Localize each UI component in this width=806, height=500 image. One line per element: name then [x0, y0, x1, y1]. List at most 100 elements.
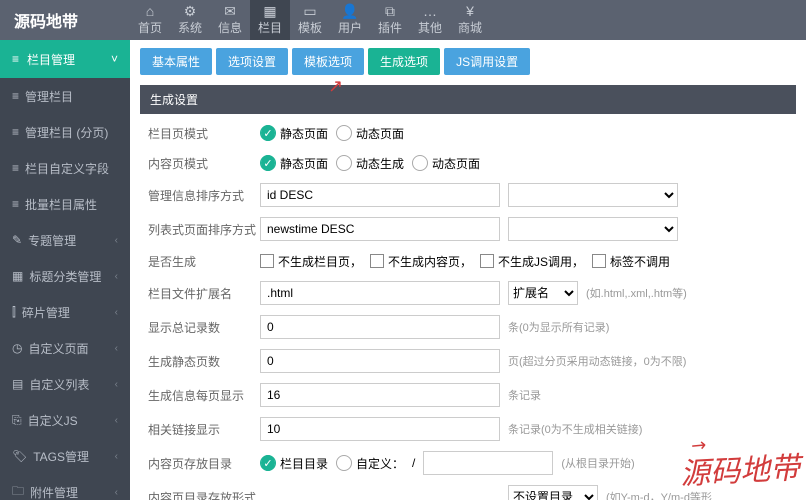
ext-select[interactable]: 扩展名	[508, 281, 578, 305]
chevron-left-icon: ‹	[115, 271, 118, 282]
chevron-left-icon: ‹	[115, 307, 118, 318]
tab-基本属性[interactable]: 基本属性	[140, 48, 212, 75]
chevron-left-icon: ‹	[115, 343, 118, 354]
tab-模板选项[interactable]: 模板选项	[292, 48, 364, 75]
sidebar-item-专题管理[interactable]: ✎ 专题管理 ‹	[0, 222, 130, 258]
admin-sort-select[interactable]	[508, 183, 678, 207]
nav-用户[interactable]: 👤用户	[330, 0, 370, 40]
list-sort-input[interactable]	[260, 217, 500, 241]
nav-商城[interactable]: ¥商城	[450, 0, 490, 40]
nav-插件[interactable]: ⧉插件	[370, 0, 410, 40]
sidebar-icon: ✎	[12, 233, 22, 247]
label-content-mode: 内容页模式	[140, 155, 260, 172]
brand-logo: 源码地带	[0, 8, 130, 32]
radio-静态页面[interactable]: 静态页面	[260, 155, 328, 172]
checkbox-不生成栏目页，[interactable]: 不生成栏目页，	[260, 253, 362, 270]
custom-dir-input[interactable]	[423, 451, 553, 475]
radio-静态页面[interactable]: 静态页面	[260, 125, 328, 142]
tab-生成选项[interactable]: 生成选项	[368, 48, 440, 75]
sidebar-item-碎片管理[interactable]: ⫿ 碎片管理 ‹	[0, 294, 130, 330]
sidebar-icon: ≡	[12, 89, 19, 103]
nav-其他[interactable]: …其他	[410, 0, 450, 40]
dir-form-select[interactable]: 不设置目录	[508, 485, 598, 500]
tab-选项设置[interactable]: 选项设置	[216, 48, 288, 75]
nav-label: 商城	[458, 19, 482, 36]
sidebar-label: 批量栏目属性	[25, 196, 97, 213]
radio-动态页面[interactable]: 动态页面	[412, 155, 480, 172]
radio-栏目目录[interactable]: 栏目目录	[260, 455, 328, 472]
sidebar-icon: ▦	[12, 269, 23, 283]
sidebar-icon: 🏷	[12, 449, 27, 463]
nav-label: 模板	[298, 19, 322, 36]
nav-label: 信息	[218, 19, 242, 36]
nav-栏目[interactable]: ▦栏目	[250, 0, 290, 40]
nav-icon: ▭	[303, 4, 316, 18]
related-input[interactable]	[260, 417, 500, 441]
nav-icon: 👤	[341, 4, 358, 18]
nav-icon: ⚙	[184, 4, 197, 18]
list-sort-select[interactable]	[508, 217, 678, 241]
sidebar-icon: ≡	[12, 161, 19, 175]
ext-input[interactable]	[260, 281, 500, 305]
sidebar-item-附件管理[interactable]: 🗀附件管理‹	[0, 474, 130, 500]
sidebar-item-TAGS管理[interactable]: 🏷 TAGS管理 ‹	[0, 438, 130, 474]
sidebar-item-标题分类管理[interactable]: ▦ 标题分类管理 ‹	[0, 258, 130, 294]
label-list-sort: 列表式页面排序方式	[140, 221, 260, 238]
sidebar-label: TAGS管理	[33, 448, 89, 465]
sidebar-label: 管理栏目 (分页)	[25, 124, 108, 141]
radio-自定义：[interactable]: 自定义：	[336, 455, 404, 472]
nav-icon: …	[423, 4, 437, 18]
nav-模板[interactable]: ▭模板	[290, 0, 330, 40]
radio-动态页面[interactable]: 动态页面	[336, 125, 404, 142]
static-pages-hint: 页(超过分页采用动态链接，0为不限)	[508, 353, 686, 369]
radio-动态生成[interactable]: 动态生成	[336, 155, 404, 172]
nav-系统[interactable]: ⚙系统	[170, 0, 210, 40]
nav-信息[interactable]: ✉信息	[210, 0, 250, 40]
sidebar-item-管理栏目 (分页)[interactable]: ≡ 管理栏目 (分页)	[0, 114, 130, 150]
nav-icon: ⧉	[385, 4, 395, 18]
nav-首页[interactable]: ⌂首页	[130, 0, 170, 40]
label-dir-form: 内容页目录存放形式	[140, 489, 260, 500]
sidebar-label: 标题分类管理	[29, 268, 101, 285]
checkbox-不生成内容页，[interactable]: 不生成内容页，	[370, 253, 472, 270]
sidebar-item-批量栏目属性[interactable]: ≡批量栏目属性	[0, 186, 130, 222]
sidebar-item-管理栏目[interactable]: ≡ 管理栏目	[0, 78, 130, 114]
sidebar-item-栏目自定义字段[interactable]: ≡栏目自定义字段	[0, 150, 130, 186]
sidebar-title: 栏目管理	[27, 51, 75, 68]
sidebar-icon: ⫿	[12, 305, 16, 320]
ext-hint: (如.html,.xml,.htm等)	[586, 285, 687, 301]
sidebar-label: 碎片管理	[22, 304, 70, 321]
sidebar-label: 自定义页面	[28, 340, 88, 357]
label-ext: 栏目文件扩展名	[140, 285, 260, 302]
sidebar-item-自定义页面[interactable]: ◷自定义页面‹	[0, 330, 130, 366]
sidebar-item-自定义JS[interactable]: ⎘自定义JS‹	[0, 402, 130, 438]
chevron-down-icon: ˅	[111, 52, 118, 66]
perpage-input[interactable]	[260, 383, 500, 407]
sidebar-icon: 🗀	[12, 482, 24, 500]
nav-label: 系统	[178, 19, 202, 36]
sidebar-header[interactable]: ≡ 栏目管理 ˅	[0, 40, 130, 78]
nav-label: 首页	[138, 19, 162, 36]
total-input[interactable]	[260, 315, 500, 339]
sidebar-label: 专题管理	[28, 232, 76, 249]
chevron-left-icon: ‹	[115, 235, 118, 246]
total-hint: 条(0为显示所有记录)	[508, 319, 609, 335]
admin-sort-input[interactable]	[260, 183, 500, 207]
checkbox-标签不调用[interactable]: 标签不调用	[592, 253, 670, 270]
nav-icon: ✉	[224, 4, 236, 18]
nav-label: 栏目	[258, 19, 282, 36]
sidebar-item-自定义列表[interactable]: ▤自定义列表‹	[0, 366, 130, 402]
chevron-left-icon: ‹	[115, 415, 118, 426]
label-perpage: 生成信息每页显示	[140, 387, 260, 404]
sidebar-icon: ≡	[12, 125, 19, 139]
sidebar-label: 管理栏目	[25, 88, 73, 105]
nav-label: 插件	[378, 19, 402, 36]
tab-JS调用设置[interactable]: JS调用设置	[444, 48, 530, 75]
static-pages-input[interactable]	[260, 349, 500, 373]
chevron-left-icon: ‹	[115, 379, 118, 390]
chevron-left-icon: ‹	[115, 451, 118, 462]
sidebar-icon: ▤	[12, 377, 23, 391]
label-static-pages: 生成静态页数	[140, 353, 260, 370]
checkbox-不生成JS调用，[interactable]: 不生成JS调用，	[480, 253, 584, 270]
nav-label: 其他	[418, 19, 442, 36]
